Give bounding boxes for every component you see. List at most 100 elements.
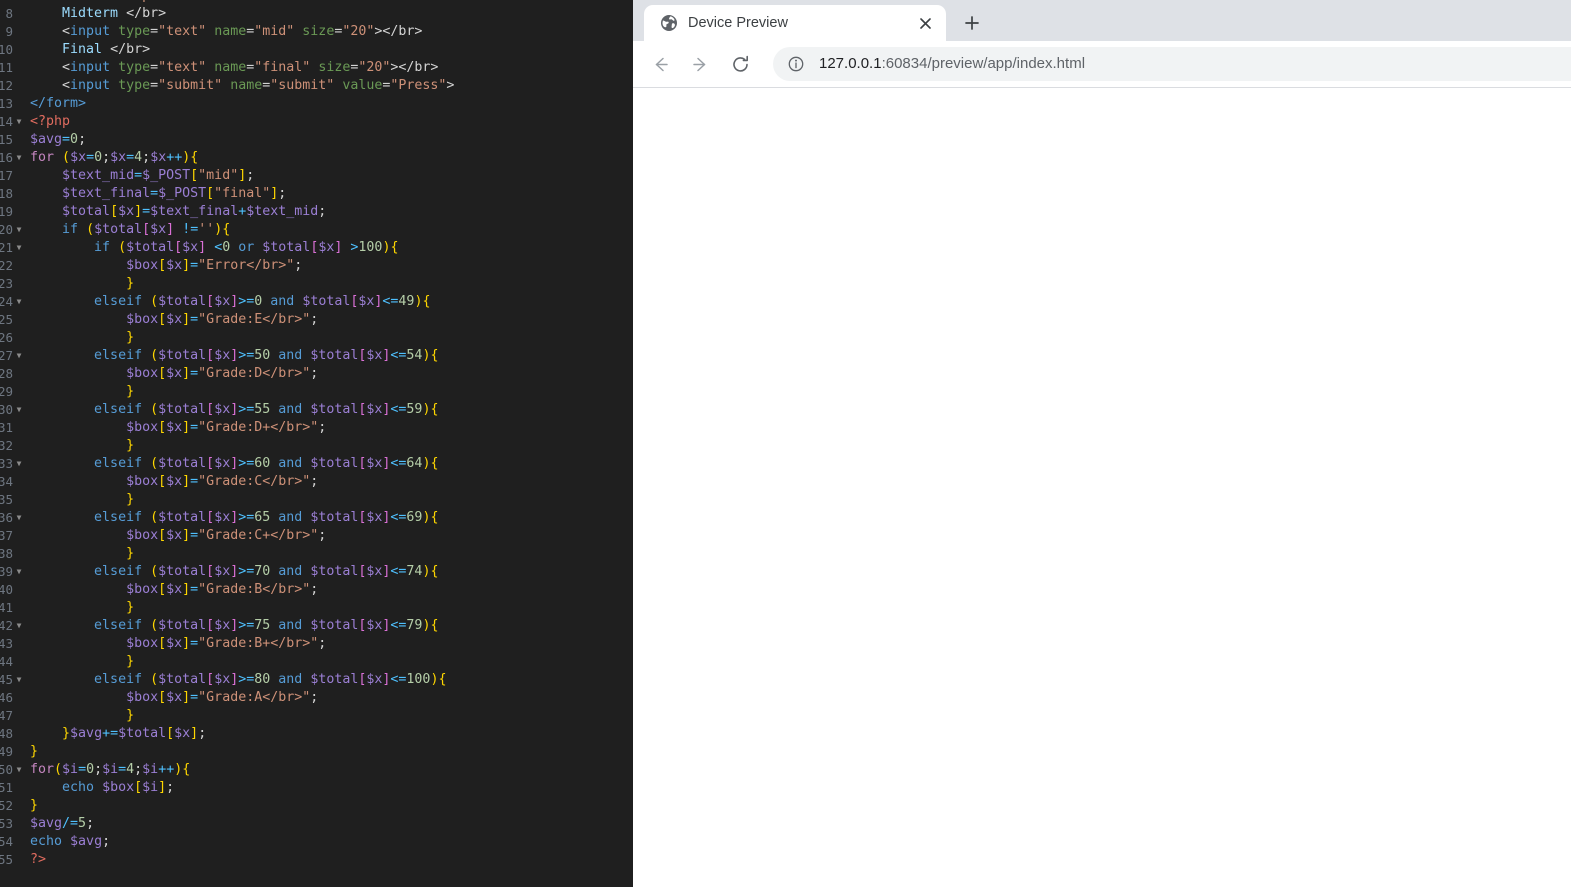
fold-arrow-icon[interactable]: ▼	[13, 401, 25, 419]
fold-arrow-icon[interactable]: ▼	[13, 347, 25, 365]
code-line[interactable]: 9 <input type="text" name="mid" size="20…	[0, 23, 633, 41]
code-text: <input type="text" name="final" size="20…	[62, 60, 439, 75]
line-number: 32	[0, 438, 13, 453]
fold-arrow-icon[interactable]: ▼	[13, 761, 25, 779]
code-line[interactable]: 32 }	[0, 437, 633, 455]
fold-arrow-icon[interactable]: ▼	[13, 617, 25, 635]
fold-arrow-icon[interactable]: ▼	[13, 563, 25, 581]
code-line[interactable]: 46 $box[$x]="Grade:A</br>";	[0, 689, 633, 707]
code-line[interactable]: 10 Final </br>	[0, 41, 633, 59]
code-line[interactable]: 29 }	[0, 383, 633, 401]
tab-strip: Device Preview	[633, 0, 1571, 41]
fold-arrow-icon[interactable]: ▼	[13, 221, 25, 239]
code-line[interactable]: 42 ▼ elseif ($total[$x]>=75 and $total[$x…	[0, 617, 633, 635]
code-line[interactable]: 28 $box[$x]="Grade:D</br>";	[0, 365, 633, 383]
back-button[interactable]	[643, 47, 677, 81]
code-line[interactable]: 16 ▼ for ($x=0;$x=4;$x++){	[0, 149, 633, 167]
fold-arrow-icon[interactable]: ▼	[13, 239, 25, 257]
code-text: $box[$x]="Grade:C+</br>";	[126, 528, 327, 543]
tab-device-preview[interactable]: Device Preview	[644, 5, 946, 41]
code-text: echo $avg;	[30, 834, 111, 849]
code-content[interactable]: 7▼<form method="post" action="#">8 Midte…	[0, 0, 633, 869]
line-number: 36	[0, 510, 13, 525]
code-text: }$avg+=$total[$x];	[62, 726, 207, 741]
reload-button[interactable]	[723, 47, 757, 81]
code-line[interactable]: 44 }	[0, 653, 633, 671]
code-text: }	[126, 654, 135, 669]
code-line[interactable]: 50 ▼ for($i=0;$i=4;$i++){	[0, 761, 633, 779]
code-text: }	[126, 438, 135, 453]
code-line[interactable]: 41 }	[0, 599, 633, 617]
code-text: $box[$x]="Grade:D</br>";	[126, 366, 319, 381]
line-number: 46	[0, 690, 13, 705]
code-line[interactable]: 24 ▼ elseif ($total[$x]>=0 and $total[$x]…	[0, 293, 633, 311]
page-viewport[interactable]	[633, 88, 1571, 887]
line-number: 38	[0, 546, 13, 561]
line-number: 19	[0, 204, 13, 219]
code-line[interactable]: 27 ▼ elseif ($total[$x]>=50 and $total[$x…	[0, 347, 633, 365]
code-line[interactable]: 25 $box[$x]="Grade:E</br>";	[0, 311, 633, 329]
line-number: 49	[0, 744, 13, 759]
code-text: elseif ($total[$x]>=55 and $total[$x]<=5…	[94, 402, 439, 417]
code-line[interactable]: 51 echo $box[$i];	[0, 779, 633, 797]
code-line[interactable]: 38 }	[0, 545, 633, 563]
code-line[interactable]: 15 $avg=0;	[0, 131, 633, 149]
code-line[interactable]: 45 ▼ elseif ($total[$x]>=80 and $total[$x…	[0, 671, 633, 689]
code-line[interactable]: 40 $box[$x]="Grade:B</br>";	[0, 581, 633, 599]
code-line[interactable]: 52}	[0, 797, 633, 815]
fold-arrow-icon[interactable]: ▼	[13, 113, 25, 131]
code-line[interactable]: 12 <input type="submit" name="submit" va…	[0, 77, 633, 95]
code-text: $avg/=5;	[30, 816, 95, 831]
code-text: $text_mid=$_POST["mid"];	[62, 168, 255, 183]
code-line[interactable]: 26 }	[0, 329, 633, 347]
fold-arrow-icon[interactable]: ▼	[13, 671, 25, 689]
fold-arrow-icon[interactable]: ▼	[13, 509, 25, 527]
code-line[interactable]: 13 </form>	[0, 95, 633, 113]
code-text: $avg=0;	[30, 132, 87, 147]
code-line[interactable]: 8 Midterm </br>	[0, 5, 633, 23]
code-line[interactable]: 35 }	[0, 491, 633, 509]
code-line[interactable]: 19 $total[$x]=$text_final+$text_mid;	[0, 203, 633, 221]
code-line[interactable]: 55 ?>	[0, 851, 633, 869]
code-text: for($i=0;$i=4;$i++){	[30, 762, 191, 777]
new-tab-button[interactable]	[956, 7, 988, 39]
line-number: 14	[0, 114, 13, 129]
code-line[interactable]: 48 }$avg+=$total[$x];	[0, 725, 633, 743]
code-line[interactable]: 39 ▼ elseif ($total[$x]>=70 and $total[$x…	[0, 563, 633, 581]
close-icon[interactable]	[916, 14, 934, 32]
code-line[interactable]: 30 ▼ elseif ($total[$x]>=55 and $total[$x…	[0, 401, 633, 419]
code-line[interactable]: 18 $text_final=$_POST["final"];	[0, 185, 633, 203]
forward-button[interactable]	[683, 47, 717, 81]
code-text: </form>	[30, 96, 87, 111]
code-line[interactable]: 31 $box[$x]="Grade:D+</br>";	[0, 419, 633, 437]
fold-arrow-icon[interactable]: ▼	[13, 149, 25, 167]
code-line[interactable]: 34 $box[$x]="Grade:C</br>";	[0, 473, 633, 491]
code-line[interactable]: 49}	[0, 743, 633, 761]
line-number: 21	[0, 240, 13, 255]
code-line[interactable]: 54 echo $avg;	[0, 833, 633, 851]
line-number: 27	[0, 348, 13, 363]
fold-arrow-icon[interactable]: ▼	[13, 455, 25, 473]
code-line[interactable]: 37 $box[$x]="Grade:C+</br>";	[0, 527, 633, 545]
code-text: if ($total[$x] <0 or $total[$x] >100){	[94, 240, 399, 255]
code-line[interactable]: 14 ▼ <?php	[0, 113, 633, 131]
code-line[interactable]: 47 }	[0, 707, 633, 725]
code-line[interactable]: 23 }	[0, 275, 633, 293]
line-number: 20	[0, 222, 13, 237]
fold-arrow-icon[interactable]: ▼	[13, 293, 25, 311]
code-line[interactable]: 21 ▼ if ($total[$x] <0 or $total[$x] >100…	[0, 239, 633, 257]
code-line[interactable]: 33 ▼ elseif ($total[$x]>=60 and $total[$x…	[0, 455, 633, 473]
code-text: $box[$x]="Error</br>";	[126, 258, 303, 273]
code-line[interactable]: 36 ▼ elseif ($total[$x]>=65 and $total[$x…	[0, 509, 633, 527]
info-icon[interactable]	[787, 55, 805, 73]
code-text: }	[126, 384, 135, 399]
code-line[interactable]: 17 $text_mid=$_POST["mid"];	[0, 167, 633, 185]
code-line[interactable]: 11 <input type="text" name="final" size=…	[0, 59, 633, 77]
code-editor-pane[interactable]: 7▼<form method="post" action="#">8 Midte…	[0, 0, 633, 887]
code-line[interactable]: 20 ▼ if ($total[$x] !=''){	[0, 221, 633, 239]
code-line[interactable]: 22 $box[$x]="Error</br>";	[0, 257, 633, 275]
code-line[interactable]: 53 $avg/=5;	[0, 815, 633, 833]
address-bar[interactable]: 127.0.0.1:60834/preview/app/index.html	[773, 47, 1571, 81]
code-text: Midterm </br>	[30, 6, 167, 21]
code-line[interactable]: 43 $box[$x]="Grade:B+</br>";	[0, 635, 633, 653]
